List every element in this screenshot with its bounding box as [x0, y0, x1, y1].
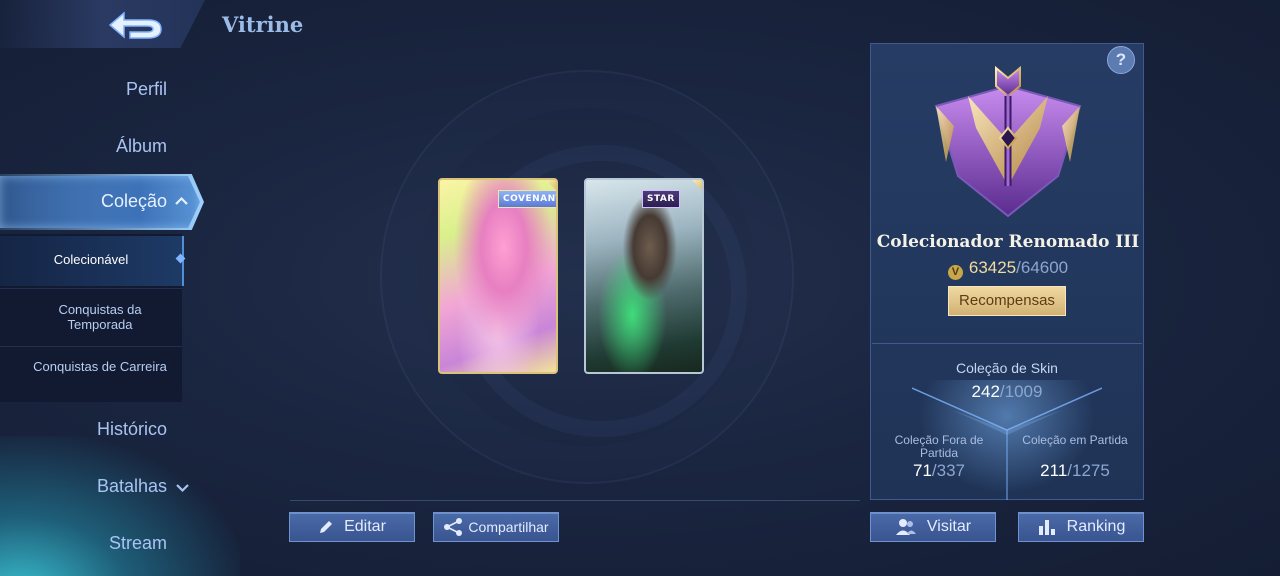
submenu-item-conquistas-carreira[interactable]: Conquistas de Carreira: [30, 359, 170, 374]
skin-collection-current: 242: [971, 382, 1000, 401]
chevron-down-icon: [176, 484, 189, 493]
sidebar-item-batalhas[interactable]: Batalhas: [0, 476, 167, 497]
rank-badge-icon: [934, 66, 1082, 218]
sidebar-item-album[interactable]: Álbum: [0, 136, 167, 157]
chevron-up-icon: [175, 196, 188, 205]
share-icon: [444, 518, 463, 536]
sidebar-glow: [0, 436, 240, 576]
card-badge: COVENANT: [498, 190, 556, 208]
coin-icon: V: [947, 265, 963, 280]
in-match-label: Coleção em Partida: [1022, 433, 1128, 447]
visit-button-label: Visitar: [926, 518, 972, 535]
outside-match-label: Coleção Fora de Partida: [894, 433, 984, 460]
outside-match-current: 71: [912, 461, 932, 480]
outside-match-max: /337: [931, 461, 965, 480]
sidebar-item-stream[interactable]: Stream: [0, 533, 167, 554]
sidebar-item-colecao-label: Coleção: [100, 191, 167, 211]
submenu-divider: [0, 288, 182, 289]
pencil-icon: [320, 521, 333, 533]
visit-button[interactable]: Visitar: [870, 512, 996, 542]
help-icon[interactable]: ?: [1107, 46, 1135, 74]
back-button[interactable]: [0, 0, 205, 48]
sidebar-item-colecao[interactable]: Coleção: [0, 176, 200, 228]
bar-chart-icon: [1038, 520, 1055, 535]
card-corner-icon: [690, 180, 702, 192]
in-match-max: /1275: [1067, 461, 1110, 480]
share-button-label: Compartilhar: [468, 519, 549, 535]
sidebar-item-perfil[interactable]: Perfil: [0, 79, 167, 100]
edit-button[interactable]: Editar: [289, 512, 415, 542]
in-match-value: 211/1275: [1018, 461, 1132, 481]
submenu-item-conquistas-temporada[interactable]: Conquistas da Temporada: [30, 302, 170, 332]
skin-collection-value: 242/1009: [872, 382, 1142, 402]
points-max: /64600: [1016, 258, 1069, 277]
panel-divider: [872, 343, 1142, 344]
back-arrow-icon: [108, 11, 162, 39]
rewards-button[interactable]: Recompensas: [948, 286, 1066, 316]
showcase-card-1[interactable]: COVENANT: [438, 178, 558, 374]
share-button[interactable]: Compartilhar: [433, 512, 559, 542]
outside-match-value: 71/337: [882, 461, 996, 481]
edit-button-label: Editar: [344, 518, 386, 535]
users-icon: [895, 519, 916, 535]
submenu-divider: [0, 346, 182, 347]
showcase-card-2[interactable]: STAR: [584, 178, 704, 374]
page-title: Vitrine: [222, 12, 304, 37]
card-badge: STAR: [642, 190, 680, 208]
skin-collection-max: /1009: [999, 382, 1043, 401]
divider: [290, 500, 860, 501]
skin-collection-label: Coleção de Skin: [956, 360, 1058, 376]
ranking-button-label: Ranking: [1066, 518, 1126, 535]
submenu-item-colecionavel[interactable]: Colecionável: [0, 252, 182, 267]
sidebar: Perfil Álbum Coleção Colecionável Conqui…: [0, 0, 240, 576]
ranking-button[interactable]: Ranking: [1018, 512, 1144, 542]
points-current: 63425: [968, 258, 1017, 277]
in-match-current: 211: [1040, 461, 1068, 480]
sidebar-item-historico[interactable]: Histórico: [0, 419, 167, 440]
rank-title: Colecionador Renomado III: [876, 232, 1140, 252]
points-row: V 63425/64600: [872, 258, 1144, 280]
